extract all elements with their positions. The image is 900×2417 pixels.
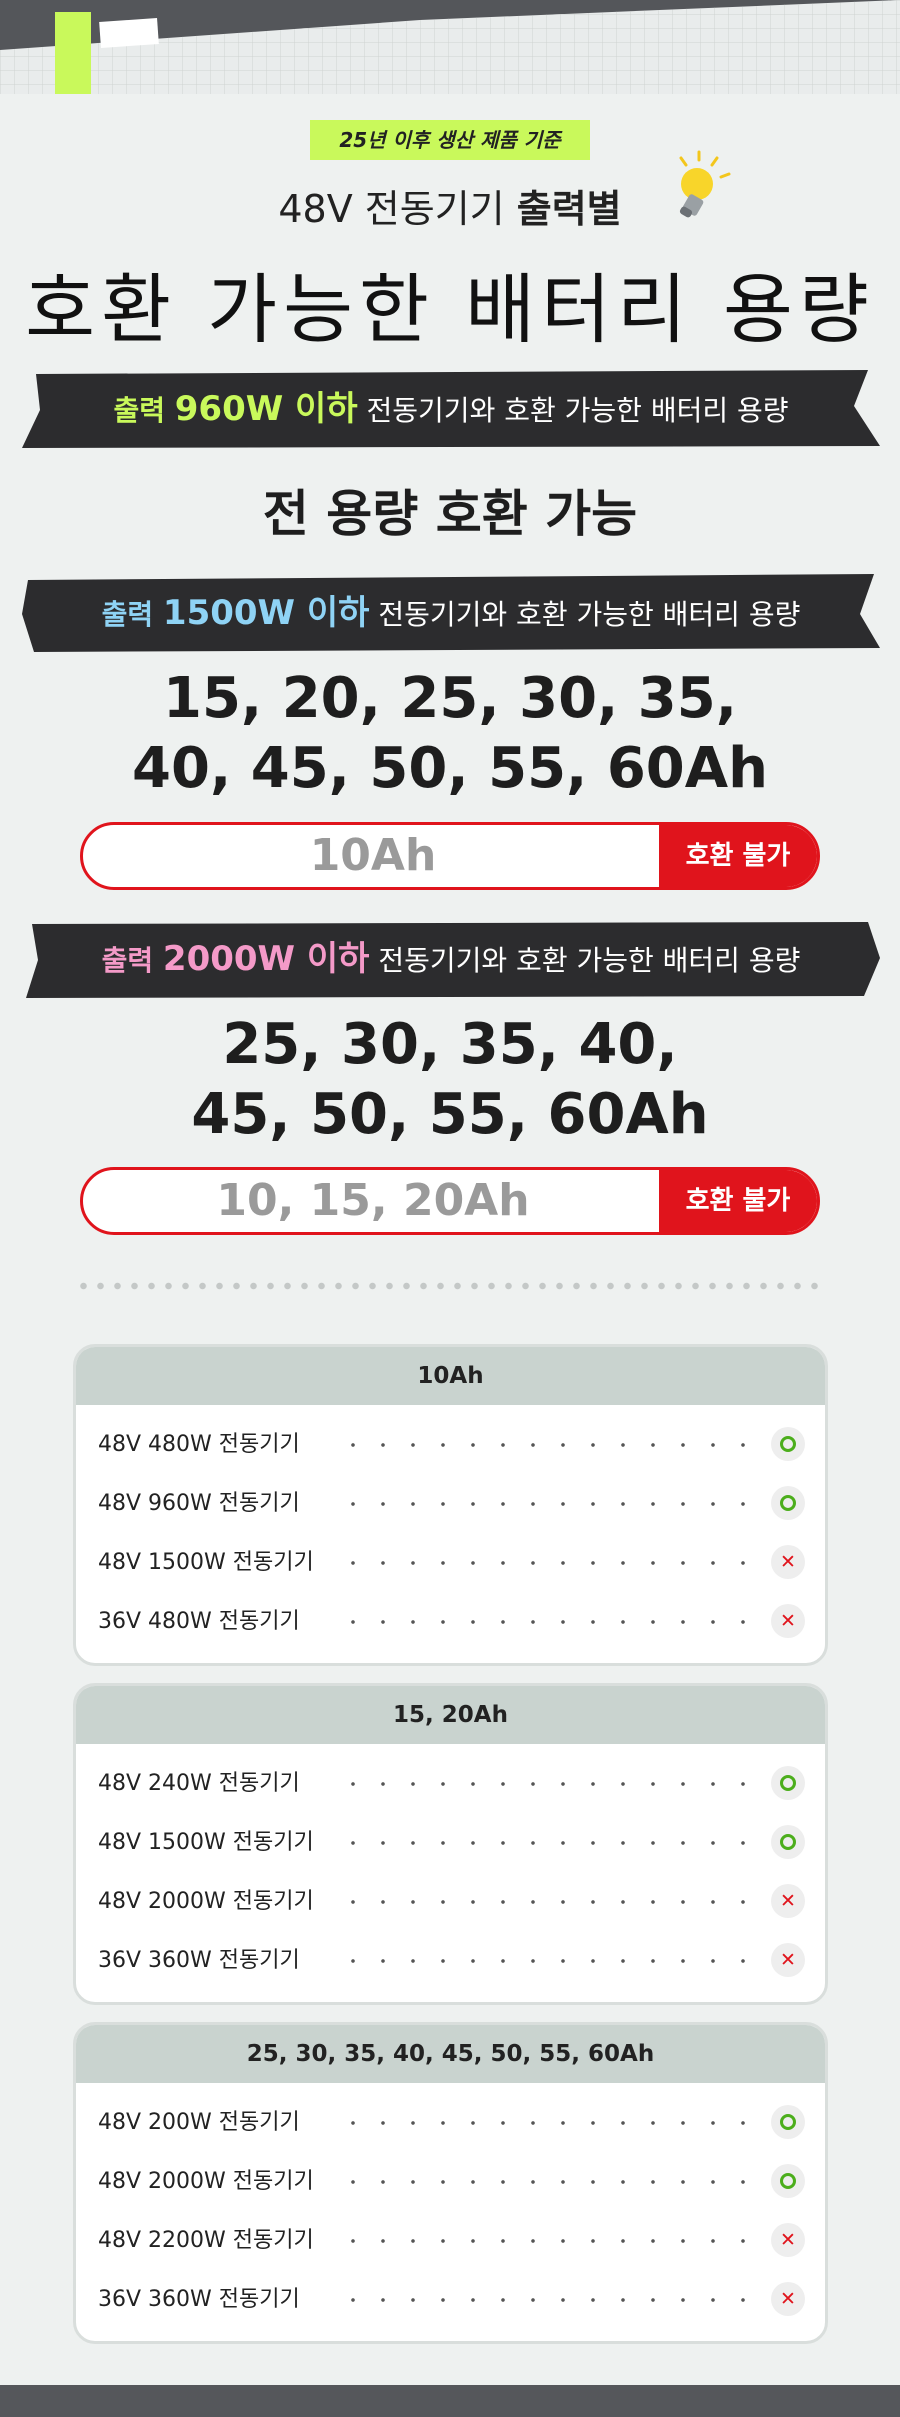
list-item: 48V 240W 전동기기 [76,1754,825,1813]
circle-ok-icon [771,1766,805,1800]
compatible-list-1500w: 15, 20, 25, 30, 35, 40, 45, 50, 55, 60Ah [132,666,768,801]
list-item: 48V 480W 전동기기 [76,1415,825,1474]
card-title: 10Ah [76,1347,825,1405]
x-mark-icon [771,1884,805,1918]
list-item: 48V 960W 전동기기 [76,1474,825,1533]
list-item: 36V 480W 전동기기 [76,1592,825,1651]
circle-ok-icon [771,2105,805,2139]
list-item: 36V 360W 전동기기 [76,1931,825,1990]
x-mark-icon [771,2223,805,2257]
list-item: 48V 1500W 전동기기 [76,1813,825,1872]
list-item: 48V 2200W 전동기기 [76,2211,825,2270]
incompatible-tag: 호환 불가 [659,825,817,887]
x-mark-icon [771,1545,805,1579]
ribbon-2000w: 출력 2000W 이하 전동기기와 호환 가능한 배터리 용량 [22,920,880,998]
bottom-bar [0,2385,900,2417]
incompatible-tag: 호환 불가 [659,1170,817,1232]
incompatible-1500w: 10Ah 호환 불가 [80,822,820,890]
list-item: 36V 360W 전동기기 [76,2270,825,2329]
compat-card-25-60ah: 25, 30, 35, 40, 45, 50, 55, 60Ah 48V 200… [73,2022,828,2344]
card-title: 25, 30, 35, 40, 45, 50, 55, 60Ah [76,2025,825,2083]
circle-ok-icon [771,1486,805,1520]
circle-ok-icon [771,2164,805,2198]
dotted-divider [75,1282,825,1290]
lightbulb-icon [655,148,737,232]
production-badge: 25년 이후 생산 제품 기준 [310,120,590,160]
incompatible-2000w: 10, 15, 20Ah 호환 불가 [80,1167,820,1235]
circle-ok-icon [771,1825,805,1859]
x-mark-icon [771,2282,805,2316]
compatible-all-text: 전 용량 호환 가능 [262,485,638,543]
list-item: 48V 200W 전동기기 [76,2093,825,2152]
circle-ok-icon [771,1427,805,1461]
list-item: 48V 2000W 전동기기 [76,2152,825,2211]
list-item: 48V 2000W 전동기기 [76,1872,825,1931]
page-headline: 호환 가능한 배터리 용량 [25,265,875,354]
top-decoration [0,0,900,94]
incompatible-value: 10Ah [309,830,437,881]
x-mark-icon [771,1604,805,1638]
ribbon-960w: 출력 960W 이하 전동기기와 호환 가능한 배터리 용량 [22,370,880,448]
list-item: 48V 1500W 전동기기 [76,1533,825,1592]
card-title: 15, 20Ah [76,1686,825,1744]
compat-card-10ah: 10Ah 48V 480W 전동기기 48V 960W 전동기기 48V 150… [73,1344,828,1666]
page-subtitle: 48V 전동기기 출력별 [278,187,622,231]
ribbon-1500w: 출력 1500W 이하 전동기기와 호환 가능한 배터리 용량 [22,574,880,652]
compat-card-15-20ah: 15, 20Ah 48V 240W 전동기기 48V 1500W 전동기기 48… [73,1683,828,2005]
x-mark-icon [771,1943,805,1977]
incompatible-value: 10, 15, 20Ah [216,1175,530,1226]
compatible-list-2000w: 25, 30, 35, 40, 45, 50, 55, 60Ah [191,1012,709,1147]
